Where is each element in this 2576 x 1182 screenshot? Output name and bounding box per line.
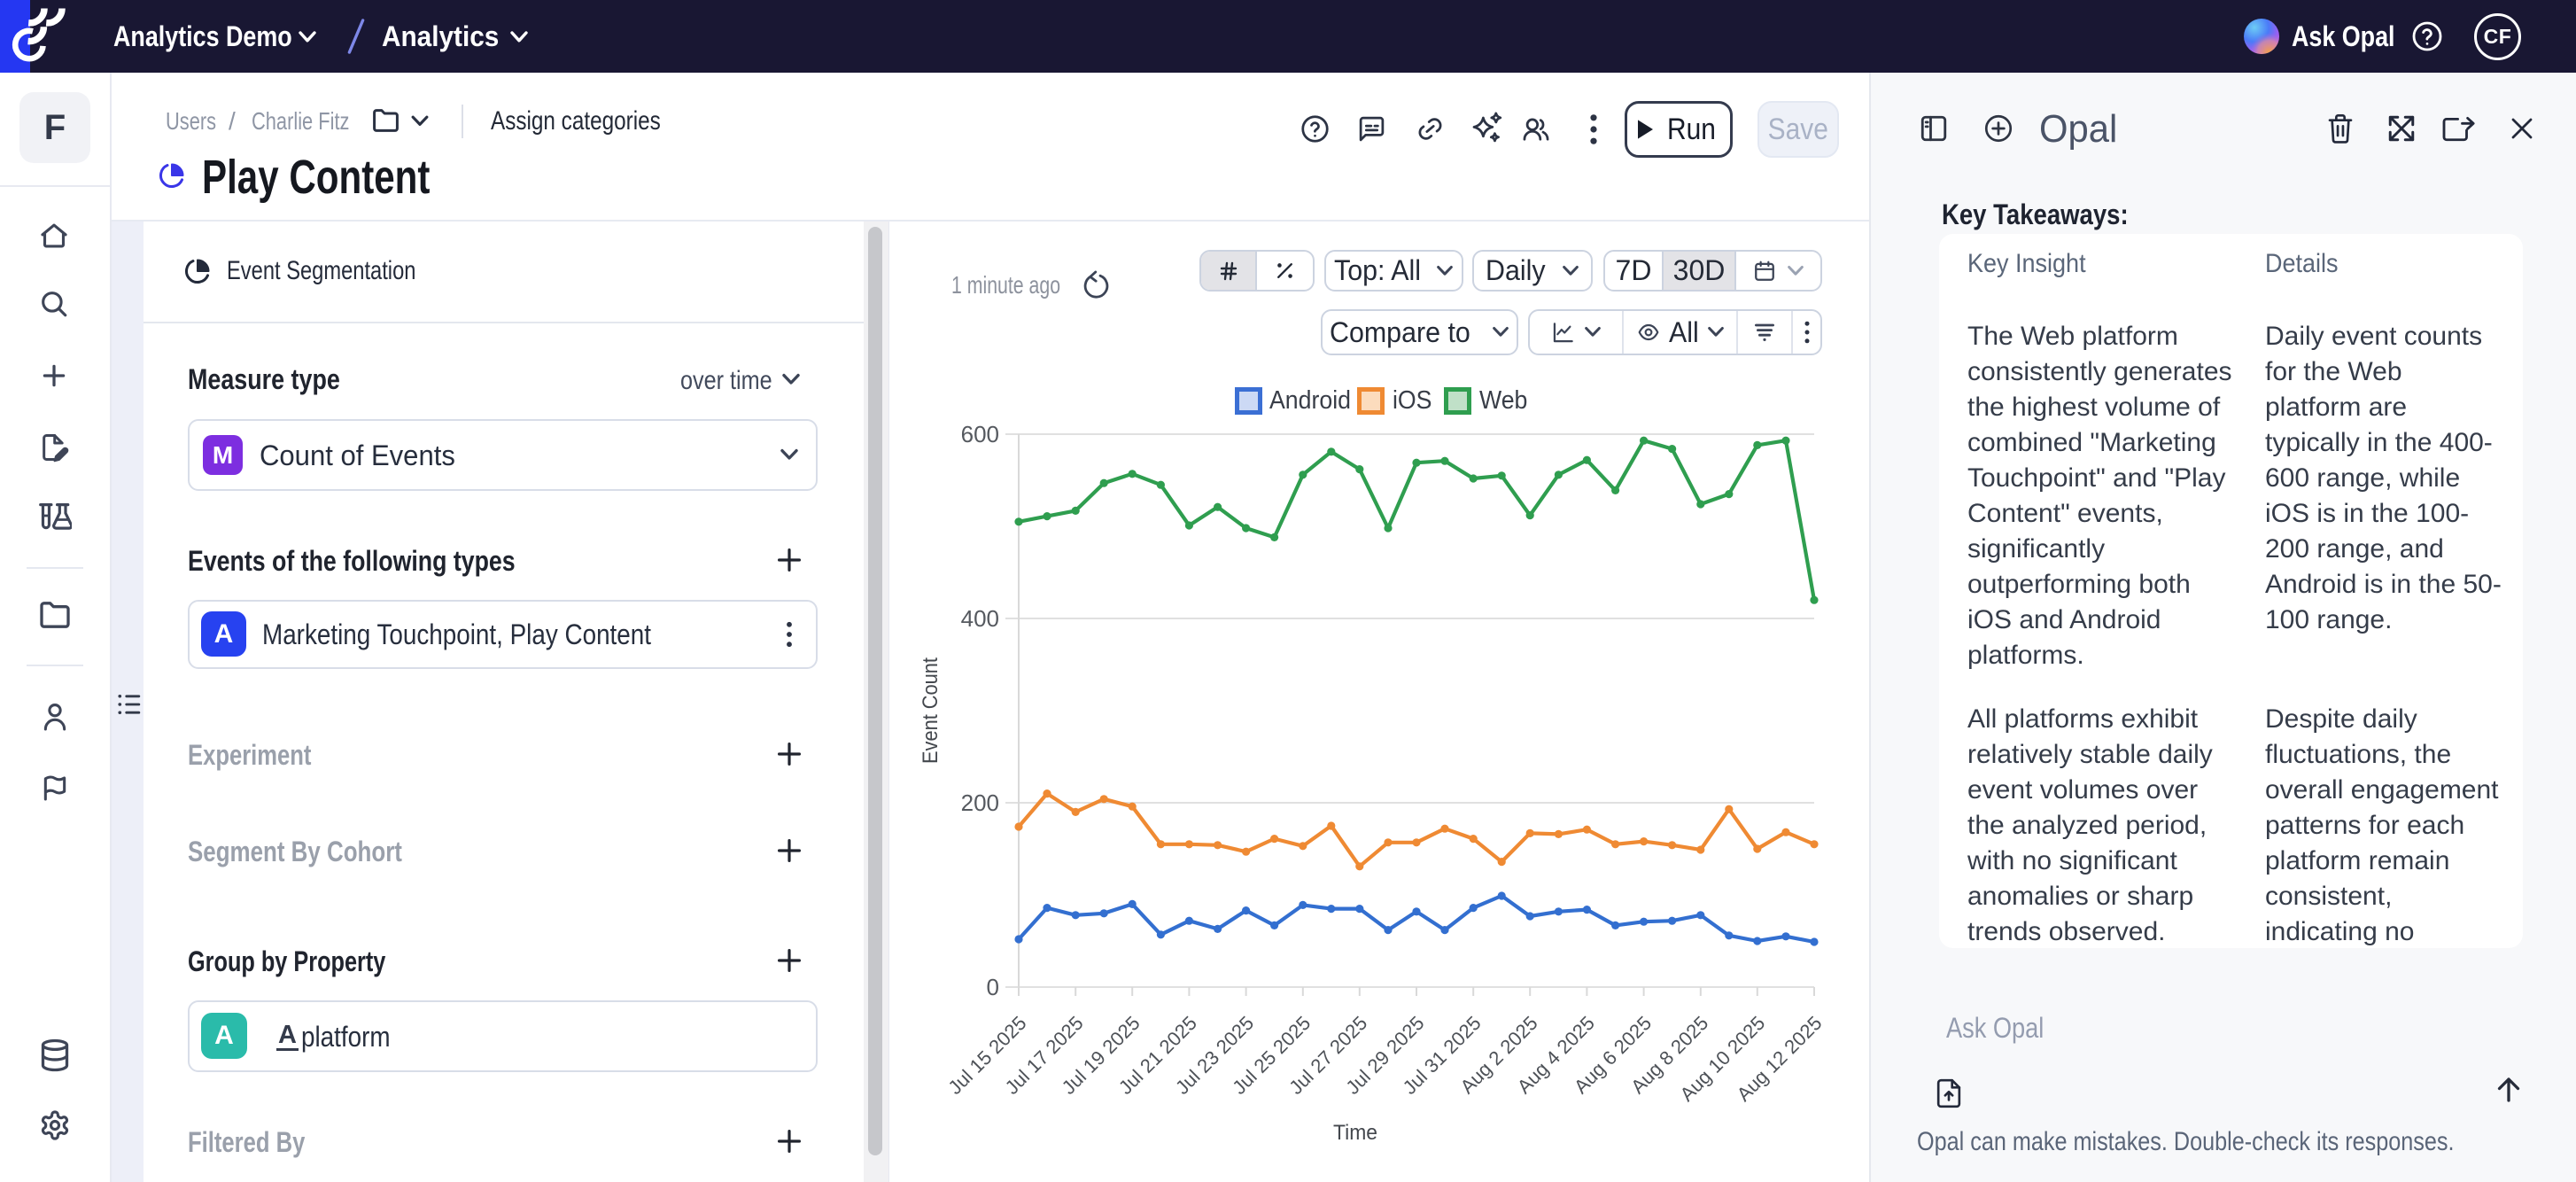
svg-text:600: 600: [961, 421, 999, 447]
svg-text:200: 200: [961, 789, 999, 816]
svg-text:400: 400: [961, 605, 999, 632]
svg-text:Event Count: Event Count: [919, 657, 943, 764]
svg-text:0: 0: [987, 974, 999, 1000]
svg-text:Time: Time: [1333, 1121, 1377, 1145]
